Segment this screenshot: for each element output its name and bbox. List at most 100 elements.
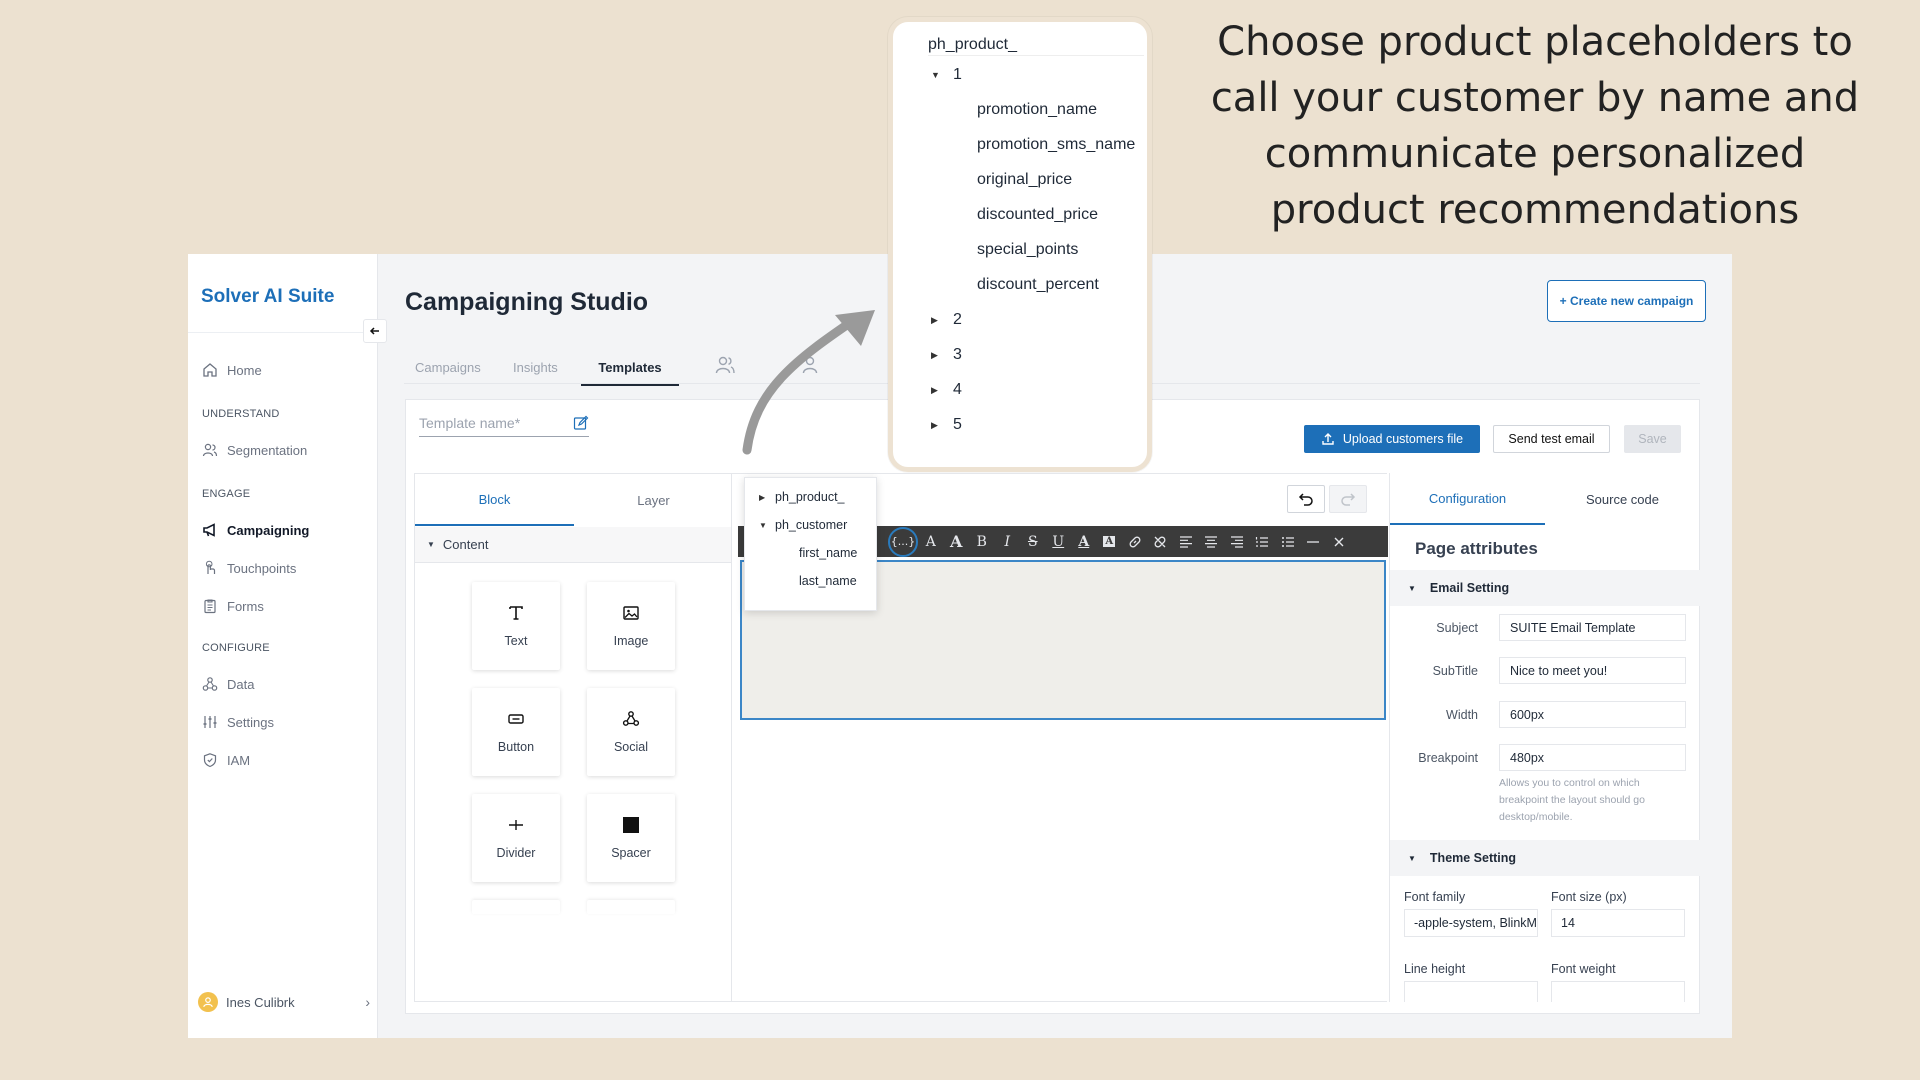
undo-button[interactable] [1287,485,1325,513]
tile-image[interactable]: Image [587,582,675,670]
line-height-input[interactable] [1404,981,1538,1002]
sidebar-item-segmentation[interactable]: Segmentation [202,440,307,460]
callout-item[interactable]: discount_percent [977,276,1099,294]
text-color-icon[interactable]: A [1071,526,1097,557]
user-name: Ines Culibrk [226,994,295,1010]
placeholder-insert-button[interactable]: {...} [888,526,918,557]
redo-button[interactable] [1329,485,1367,513]
section-label: Email Setting [1429,581,1510,595]
ph-item-label: first_name [799,546,858,560]
highlight-icon[interactable]: A [1097,526,1123,557]
subtitle-input[interactable]: Nice to meet you! [1499,657,1686,684]
email-setting-section[interactable]: ▼ Email Setting [1390,570,1701,606]
theme-setting-section[interactable]: ▼ Theme Setting [1390,840,1701,876]
caret-down-icon: ▼ [1408,583,1416,593]
tile-divider[interactable]: Divider [472,794,560,882]
tab-campaigns[interactable]: Campaigns [415,356,481,386]
caret-right-icon: ▶ [931,419,938,430]
font-size-input[interactable]: 14 [1551,909,1685,937]
tab-templates[interactable]: Templates [581,356,679,386]
ph-item-product[interactable]: ▶ ph_product_ [759,490,845,504]
ph-item-customer[interactable]: ▼ ph_customer [759,518,847,532]
close-icon[interactable] [1326,526,1352,557]
tile-spacer[interactable]: Spacer [587,794,675,882]
tile-label: Social [613,740,649,754]
sidebar-item-label: IAM [227,752,251,768]
tab-source-code[interactable]: Source code [1545,473,1700,525]
tile-partial [472,900,560,914]
subject-input[interactable]: SUITE Email Template [1499,614,1686,641]
create-campaign-button[interactable]: + Create new campaign [1547,280,1706,322]
ordered-list-icon[interactable] [1250,526,1276,557]
ph-item-last-name[interactable]: last_name [799,574,857,588]
template-name-field[interactable]: Template name* [419,415,589,437]
sidebar-item-forms[interactable]: Forms [202,596,264,616]
callout-group-5[interactable]: ▶ 5 [931,416,962,434]
align-right-icon[interactable] [1224,526,1250,557]
headline-text: Choose product placeholders to call your… [1210,19,1860,233]
callout-group-4[interactable]: ▶ 4 [931,381,962,399]
callout-group-3[interactable]: ▶ 3 [931,346,962,364]
width-input[interactable]: 600px [1499,701,1686,728]
unordered-list-icon[interactable] [1275,526,1301,557]
callout-item[interactable]: promotion_name [977,101,1097,119]
collapse-sidebar-button[interactable] [363,319,387,343]
callout-group-2[interactable]: ▶ 2 [931,311,962,329]
page-attributes-title: Page attributes [1415,539,1538,558]
font-color-icon[interactable]: A [944,526,970,557]
breakpoint-help-text: Allows you to control on which breakpoin… [1499,777,1645,823]
unlink-icon[interactable] [1148,526,1174,557]
callout-group-label: 1 [953,66,962,83]
divider-icon [509,820,523,830]
upload-customers-button[interactable]: Upload customers file [1304,425,1480,453]
spacer-icon [623,817,639,833]
edit-icon[interactable] [573,415,589,431]
callout-group-1[interactable]: ▼ 1 [931,66,962,84]
send-test-email-button[interactable]: Send test email [1493,425,1610,453]
callout-item[interactable]: special_points [977,241,1078,259]
link-icon[interactable] [1122,526,1148,557]
ph-item-first-name[interactable]: first_name [799,546,857,560]
italic-icon[interactable]: I [995,526,1021,557]
tab-layer[interactable]: Layer [574,474,733,526]
touch-icon [205,560,216,574]
sidebar-item-label: Settings [227,714,274,730]
font-size-icon[interactable]: A [918,526,944,557]
tab-block[interactable]: Block [415,474,574,526]
align-left-icon[interactable] [1173,526,1199,557]
bold-icon[interactable]: B [969,526,995,557]
sidebar-item-data[interactable]: Data [202,674,254,694]
sidebar-item-settings[interactable]: Settings [202,712,274,732]
user-menu[interactable]: Ines Culibrk › [198,992,370,1012]
align-center-icon[interactable] [1199,526,1225,557]
strikethrough-icon[interactable]: S [1020,526,1046,557]
horizontal-line-icon[interactable] [1301,526,1327,557]
tile-label: Divider [496,846,536,860]
callout-item[interactable]: promotion_sms_name [977,136,1135,154]
sidebar-item-iam[interactable]: IAM [202,750,250,770]
sidebar-item-touchpoints[interactable]: Touchpoints [202,558,296,578]
save-button[interactable]: Save [1624,425,1681,453]
content-section-header[interactable]: ▼ Content [415,527,731,563]
tile-text[interactable]: Text [472,582,560,670]
tile-button[interactable]: Button [472,688,560,776]
callout-item[interactable]: original_price [977,171,1072,189]
arrow-left-icon [369,327,379,335]
tab-configuration[interactable]: Configuration [1390,473,1545,525]
clipboard-icon [204,599,216,614]
users-tab-icon[interactable] [714,354,736,376]
breakpoint-input[interactable]: 480px [1499,744,1686,771]
underline-icon[interactable]: U [1046,526,1072,557]
callout-item[interactable]: discounted_price [977,206,1098,224]
sidebar-item-home[interactable]: Home [202,360,262,380]
blocks-panel: Block Layer ▼ Content Text Image Button … [414,473,732,1002]
callout-group-label: 4 [953,381,962,398]
font-family-input[interactable]: -apple-system, BlinkMacSystemFont [1404,909,1538,937]
tab-insights[interactable]: Insights [513,356,558,386]
sidebar: Solver AI Suite Home UNDERSTAND Segmenta… [188,254,378,1038]
ph-item-label: last_name [799,574,857,588]
sidebar-item-campaigning[interactable]: Campaigning [202,520,309,540]
font-weight-input[interactable] [1551,981,1685,1002]
brand-logo: Solver AI Suite [201,286,335,307]
tile-social[interactable]: Social [587,688,675,776]
